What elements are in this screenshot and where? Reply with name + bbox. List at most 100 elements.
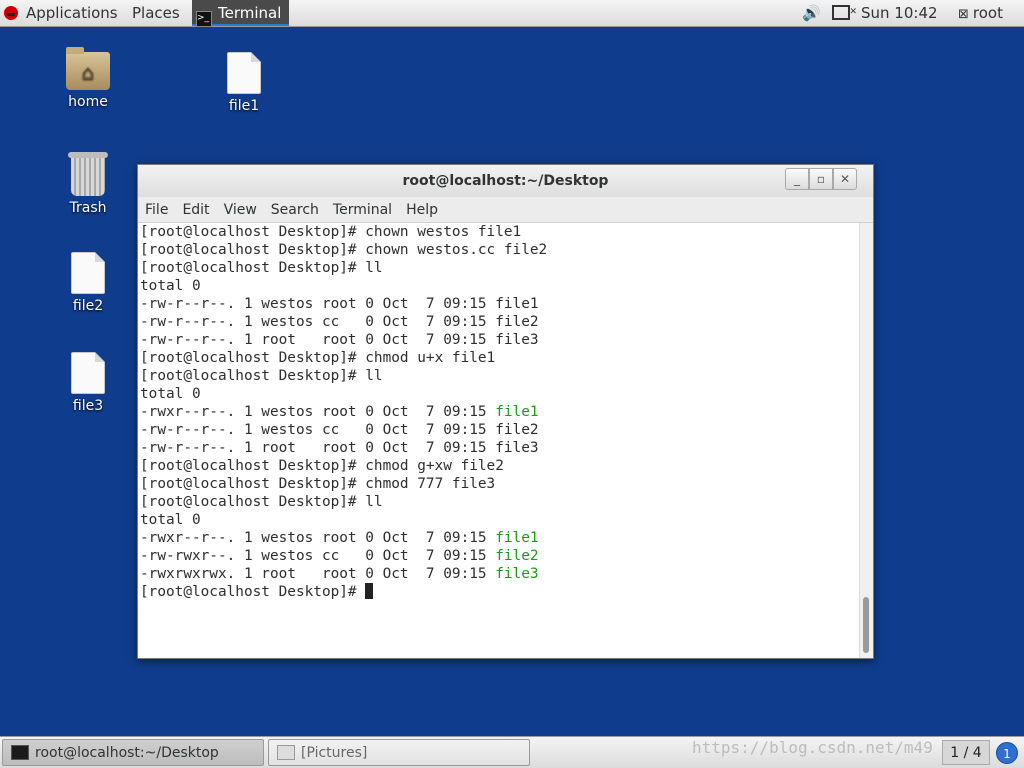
terminal-text: file1 [495, 530, 539, 546]
terminal-line: -rw-r--r--. 1 westos cc 0 Oct 7 09:15 fi… [140, 421, 859, 439]
terminal-text: [root@localhost Desktop]# chmod 777 file… [140, 476, 496, 492]
places-menu[interactable]: Places [132, 0, 180, 26]
terminal-line: -rw-r--r--. 1 westos cc 0 Oct 7 09:15 fi… [140, 313, 859, 331]
terminal-line: [root@localhost Desktop]# chown westos f… [140, 223, 859, 241]
scrollbar-thumb[interactable] [863, 597, 869, 653]
terminal-line: -rw-r--r--. 1 root root 0 Oct 7 09:15 fi… [140, 331, 859, 349]
desktop-icon-label: file3 [72, 398, 104, 414]
desktop-icon-label: file1 [228, 98, 260, 114]
image-viewer-icon [277, 745, 295, 760]
document-icon [71, 352, 105, 394]
terminal-line: -rwxr--r--. 1 westos root 0 Oct 7 09:15 … [140, 403, 859, 421]
terminal-text: -rw-r--r--. 1 westos cc 0 Oct 7 09:15 fi… [140, 314, 539, 330]
active-app-menu[interactable]: >_ Terminal [192, 0, 290, 27]
terminal-text: -rwxr--r--. 1 westos root 0 Oct 7 09:15 [140, 530, 496, 546]
desktop-icon-file1[interactable]: file1 [204, 52, 284, 114]
clock[interactable]: Sun 10:42 [861, 0, 938, 26]
terminal-line: total 0 [140, 385, 859, 403]
terminal-line: [root@localhost Desktop]# [140, 583, 859, 601]
task-label: [Pictures] [301, 745, 368, 761]
desktop-icon-file3[interactable]: file3 [48, 352, 128, 414]
terminal-text: [root@localhost Desktop]# [140, 584, 366, 600]
watermark: https://blog.csdn.net/m49 [692, 738, 933, 757]
terminal-text: [root@localhost Desktop]# ll [140, 260, 383, 276]
active-app-label: Terminal [218, 4, 282, 22]
terminal-text: [root@localhost Desktop]# chmod g+xw fil… [140, 458, 504, 474]
window-titlebar[interactable]: root@localhost:~/Desktop _ ▫ ✕ [138, 165, 873, 197]
desktop-icon-home[interactable]: home [48, 47, 128, 110]
menu-search[interactable]: Search [264, 197, 326, 223]
notification-badge[interactable]: 1 [996, 742, 1018, 764]
terminal-line: [root@localhost Desktop]# ll [140, 493, 859, 511]
terminal-window: root@localhost:~/Desktop _ ▫ ✕ File Edit V… [137, 164, 874, 659]
terminal-text: [root@localhost Desktop]# chmod u+x file… [140, 350, 496, 366]
top-panel: Applications Places >_ Terminal 🔊 Sun 10:… [0, 0, 1024, 27]
close-button[interactable]: ✕ [833, 168, 857, 190]
terminal-output[interactable]: [root@localhost Desktop]# chown westos f… [138, 223, 859, 658]
terminal-scrollbar[interactable] [859, 223, 873, 658]
terminal-text: [root@localhost Desktop]# ll [140, 368, 383, 384]
user-status-icon: ⊠ [958, 7, 969, 22]
terminal-text: [root@localhost Desktop]# chown westos.c… [140, 242, 548, 258]
network-icon[interactable] [832, 0, 857, 26]
window-menubar: File Edit View Search Terminal Help [138, 197, 873, 223]
user-menu[interactable]: ⊠ root [958, 0, 1003, 26]
menu-view[interactable]: View [217, 197, 264, 223]
document-icon [227, 52, 261, 94]
terminal-line: -rwxr--r--. 1 westos root 0 Oct 7 09:15 … [140, 529, 859, 547]
terminal-line: -rw-r--r--. 1 westos root 0 Oct 7 09:15 … [140, 295, 859, 313]
terminal-text: -rwxrwxrwx. 1 root root 0 Oct 7 09:15 [140, 566, 496, 582]
workspace-indicator[interactable]: 1 / 4 [942, 740, 990, 765]
maximize-button[interactable]: ▫ [809, 168, 833, 190]
terminal-lines: [root@localhost Desktop]# chown westos f… [138, 223, 859, 601]
terminal-text: -rwxr--r--. 1 westos root 0 Oct 7 09:15 [140, 404, 496, 420]
taskbar-item-pictures[interactable]: [Pictures] [268, 739, 530, 766]
terminal-line: [root@localhost Desktop]# chmod u+x file… [140, 349, 859, 367]
menu-file[interactable]: File [138, 197, 175, 223]
terminal-text: total 0 [140, 386, 201, 402]
text-cursor [365, 583, 374, 599]
terminal-text: total 0 [140, 512, 201, 528]
applications-menu[interactable]: Applications [4, 0, 118, 26]
terminal-line: [root@localhost Desktop]# chmod 777 file… [140, 475, 859, 493]
task-label: root@localhost:~/Desktop [35, 745, 219, 761]
terminal-icon [11, 745, 29, 760]
window-title: root@localhost:~/Desktop [402, 173, 609, 189]
terminal-text: file1 [495, 404, 539, 420]
terminal-icon: >_ [196, 11, 212, 27]
terminal-line: [root@localhost Desktop]# ll [140, 367, 859, 385]
desktop-icon-label: Trash [69, 200, 107, 216]
terminal-text: [root@localhost Desktop]# chown westos f… [140, 224, 522, 240]
desktop-icon-file2[interactable]: file2 [48, 252, 128, 314]
terminal-text: -rw-r--r--. 1 westos cc 0 Oct 7 09:15 fi… [140, 422, 539, 438]
menu-edit[interactable]: Edit [175, 197, 216, 223]
terminal-text: file3 [495, 566, 539, 582]
user-label: root [972, 4, 1003, 22]
terminal-text: total 0 [140, 278, 201, 294]
terminal-line: [root@localhost Desktop]# ll [140, 259, 859, 277]
terminal-text: file2 [495, 548, 539, 564]
volume-icon[interactable]: 🔊 [802, 0, 821, 26]
terminal-line: total 0 [140, 277, 859, 295]
applications-label: Applications [26, 4, 118, 22]
terminal-text: [root@localhost Desktop]# ll [140, 494, 383, 510]
terminal-line: -rw-r--r--. 1 root root 0 Oct 7 09:15 fi… [140, 439, 859, 457]
minimize-button[interactable]: _ [785, 168, 809, 190]
home-folder-icon [66, 47, 110, 90]
terminal-line: total 0 [140, 511, 859, 529]
terminal-text: -rw-r--r--. 1 root root 0 Oct 7 09:15 fi… [140, 440, 539, 456]
taskbar-item-terminal[interactable]: root@localhost:~/Desktop [2, 739, 264, 766]
desktop-icon-label: file2 [72, 298, 104, 314]
menu-help[interactable]: Help [399, 197, 445, 223]
terminal-line: [root@localhost Desktop]# chmod g+xw fil… [140, 457, 859, 475]
terminal-line: -rw-rwxr--. 1 westos cc 0 Oct 7 09:15 fi… [140, 547, 859, 565]
document-icon [71, 252, 105, 294]
terminal-line: -rwxrwxrwx. 1 root root 0 Oct 7 09:15 fi… [140, 565, 859, 583]
terminal-line: [root@localhost Desktop]# chown westos.c… [140, 241, 859, 259]
redhat-logo-icon [4, 6, 18, 20]
trash-icon [68, 152, 108, 196]
desktop-icon-trash[interactable]: Trash [48, 152, 128, 216]
terminal-text: -rw-r--r--. 1 root root 0 Oct 7 09:15 fi… [140, 332, 539, 348]
menu-terminal[interactable]: Terminal [326, 197, 399, 223]
desktop-icon-label: home [68, 94, 108, 110]
